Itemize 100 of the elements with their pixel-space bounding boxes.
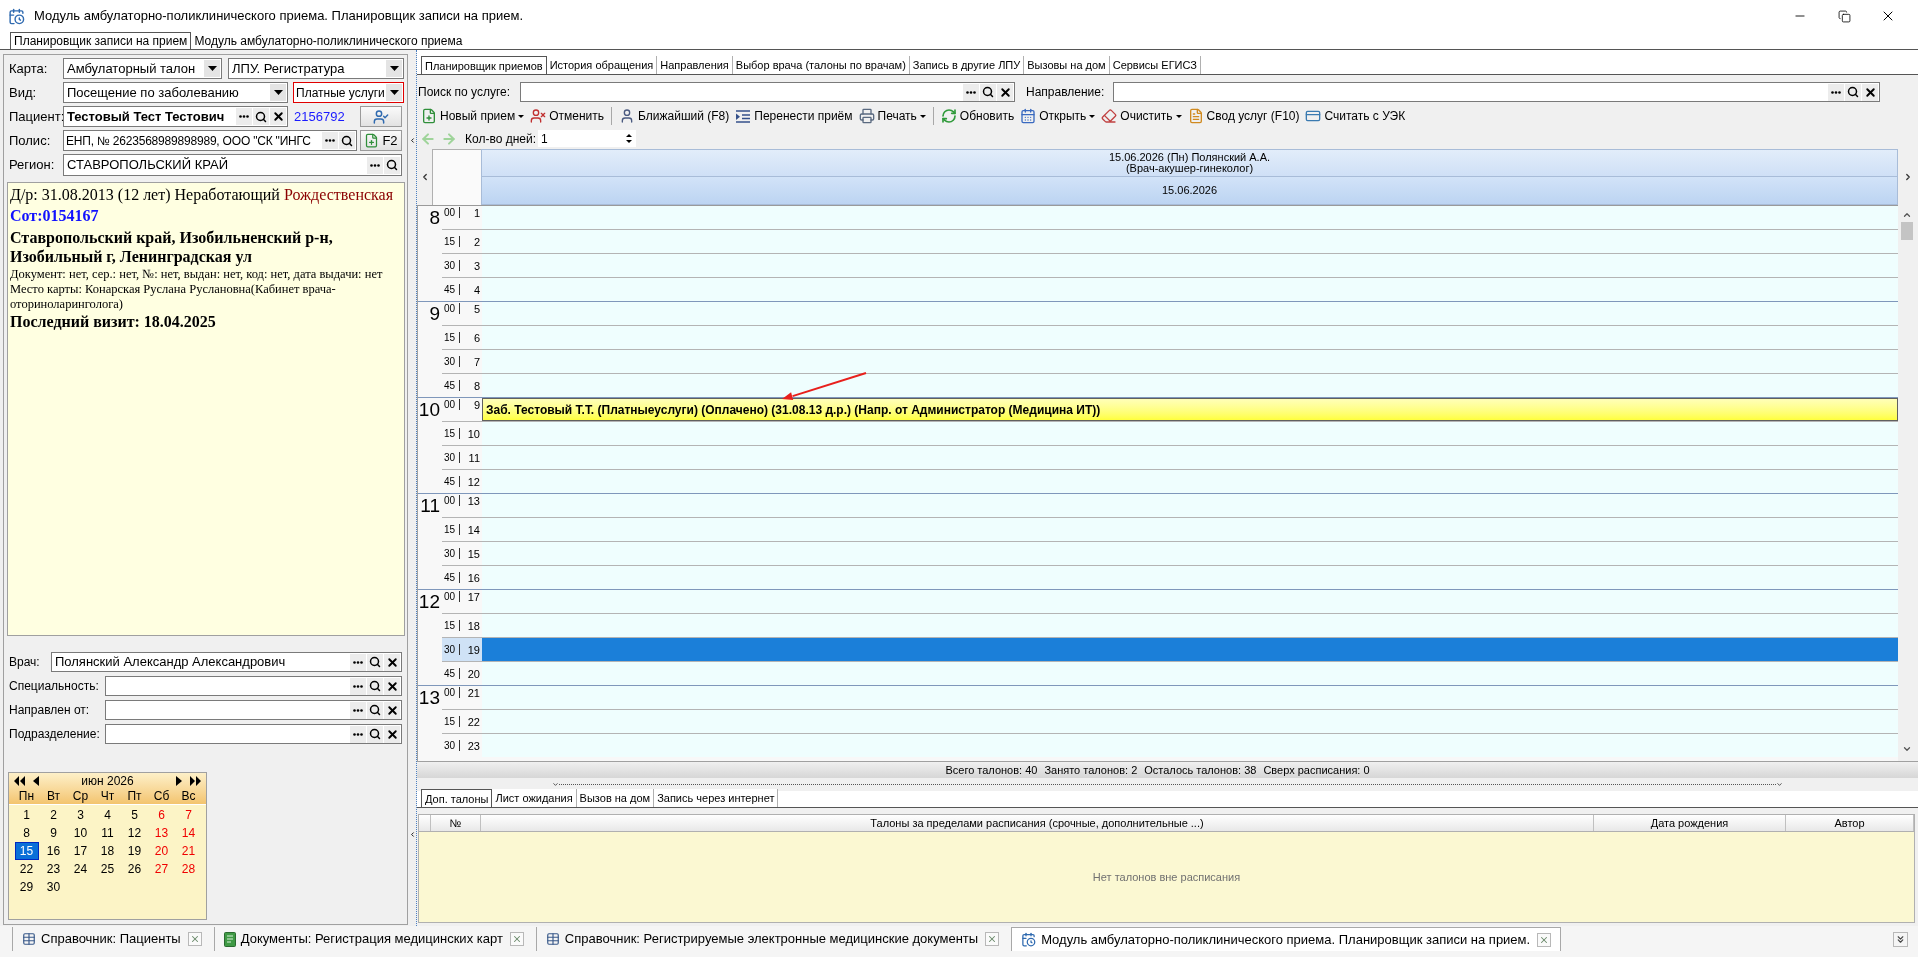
module-tab[interactable]: Модуль амбулаторно-поликлинического приема (191, 32, 466, 49)
calendar-day[interactable]: 26 (122, 860, 147, 878)
policy-field[interactable]: ЕНП, № 2623568989898989, ООО "СК "ИНГС (63, 130, 357, 151)
search-icon[interactable] (980, 83, 996, 101)
search-icon[interactable] (1845, 83, 1861, 101)
caret-up-icon[interactable] (626, 134, 632, 137)
caret-down-icon[interactable] (386, 60, 402, 77)
calendar-day[interactable]: 27 (149, 860, 174, 878)
service-search-field[interactable] (520, 82, 1015, 102)
days-count-field[interactable]: 1 (538, 130, 636, 147)
payment-dropdown[interactable]: Платные услуги (293, 82, 404, 103)
search-icon[interactable] (339, 132, 355, 149)
visit-type-dropdown[interactable]: Посещение по заболеванию (63, 82, 288, 103)
f2-button[interactable]: F2 (360, 130, 402, 151)
calendar-day[interactable]: 25 (95, 860, 120, 878)
calendar-day[interactable]: 23 (41, 860, 66, 878)
close-icon[interactable] (270, 108, 286, 125)
calendar-day[interactable]: 24 (68, 860, 93, 878)
taskbar-tab[interactable]: Модуль амбулаторно-поликлинического приема. Планировщик записи на прием. (1011, 927, 1562, 951)
chevron-down-icon[interactable] (552, 781, 559, 788)
refresh-button[interactable]: Обновить (937, 106, 1018, 126)
patient-number-link[interactable]: 2156792 (294, 106, 345, 127)
doctor-field[interactable]: Полянский Александр Александрович (51, 652, 402, 672)
taskbar-tab[interactable]: Справочник: Регистрируемые электронные медицинские документы (535, 927, 1009, 951)
chevron-right-icon[interactable] (1903, 172, 1913, 182)
region-field[interactable]: СТАВРОПОЛЬСКИЙ КРАЙ (63, 154, 402, 176)
calendar-day[interactable]: 3 (68, 806, 93, 824)
appointment-bar[interactable]: Заб. Тестовый Т.Т. (Платныеуслуги) (Оплачено) (31.08.13 д.р.) (Напр. от Администратор (Медицина ИТ)) (482, 398, 1898, 421)
calendar-day[interactable]: 28 (176, 860, 201, 878)
calendar-day[interactable]: 5 (122, 806, 147, 824)
department-field[interactable] (105, 724, 402, 744)
ellipsis-icon[interactable] (1828, 83, 1844, 101)
search-icon[interactable] (367, 725, 383, 743)
calendar-day[interactable]: 30 (41, 878, 66, 896)
chevron-up-icon[interactable] (1901, 210, 1912, 220)
tab[interactable]: Запись через интернет (654, 789, 779, 807)
patient-card-button[interactable] (360, 106, 402, 127)
search-icon[interactable] (367, 677, 383, 695)
calendar-day[interactable]: 29 (14, 878, 39, 896)
taskbar-tab[interactable]: Документы: Регистрация медицинских карт (213, 927, 533, 951)
tab[interactable]: Вызов на дом (576, 789, 655, 807)
print-button[interactable]: Печать (855, 106, 929, 126)
calendar-day[interactable]: 22 (14, 860, 39, 878)
clear-button[interactable]: Очистить (1098, 106, 1185, 126)
caret-down-icon[interactable] (204, 60, 220, 77)
calendar-day[interactable]: 1 (14, 806, 39, 824)
close-icon[interactable] (997, 83, 1013, 101)
ellipsis-icon[interactable] (350, 653, 366, 671)
services-summary-button[interactable]: Свод услуг (F10) (1184, 106, 1303, 126)
calendar-day[interactable]: 17 (68, 842, 93, 860)
calendar-day[interactable]: 15 (14, 842, 39, 860)
tab[interactable]: Доп. талоны (421, 789, 493, 807)
calendar-day[interactable]: 2 (41, 806, 66, 824)
patient-field[interactable]: Тестовый Тест Тестович (63, 106, 288, 127)
close-icon[interactable] (384, 677, 400, 695)
caret-down-icon[interactable] (386, 84, 402, 101)
calendar-day[interactable]: 9 (41, 824, 66, 842)
calendar-day[interactable]: 21 (176, 842, 201, 860)
double-caret-left-icon[interactable] (14, 776, 25, 786)
reschedule-button[interactable]: Перенести приём (732, 106, 856, 126)
ellipsis-icon[interactable] (236, 108, 252, 125)
double-caret-right-icon[interactable] (190, 776, 201, 786)
ellipsis-icon[interactable] (350, 725, 366, 743)
search-icon[interactable] (253, 108, 269, 125)
ellipsis-icon[interactable] (367, 156, 383, 174)
ellipsis-icon[interactable] (963, 83, 979, 101)
search-icon[interactable] (384, 156, 400, 174)
tab[interactable]: Лист ожидания (492, 789, 577, 807)
search-icon[interactable] (367, 701, 383, 719)
card-type-dropdown[interactable]: Амбулаторный талон (63, 58, 222, 79)
chevrons-down-icon[interactable] (1893, 932, 1908, 947)
module-tab[interactable]: Планировщик записи на прием (10, 32, 192, 49)
calendar-day[interactable]: 7 (176, 806, 201, 824)
scroll-thumb[interactable] (1900, 222, 1913, 240)
calendar-day[interactable]: 16 (41, 842, 66, 860)
tab[interactable]: Планировщик приемов (421, 56, 547, 74)
calendar-day[interactable]: 18 (95, 842, 120, 860)
close-icon[interactable] (1862, 83, 1878, 101)
cancel-button[interactable]: Отменить (527, 106, 608, 126)
taskbar-tab[interactable]: Справочник: Пациенты (12, 927, 211, 951)
chevron-down-icon[interactable] (1776, 781, 1783, 788)
calendar-day[interactable]: 10 (68, 824, 93, 842)
calendar-day[interactable]: 11 (95, 824, 120, 842)
chevron-left-icon[interactable] (409, 137, 416, 144)
search-icon[interactable] (367, 653, 383, 671)
referral-field[interactable] (1113, 82, 1880, 102)
calendar-day[interactable]: 19 (122, 842, 147, 860)
caret-down-icon[interactable] (626, 140, 632, 143)
calendar-day[interactable]: 4 (95, 806, 120, 824)
caret-down-icon[interactable] (270, 84, 286, 101)
open-button[interactable]: Открыть (1017, 106, 1099, 126)
ellipsis-icon[interactable] (322, 132, 338, 149)
close-icon[interactable] (384, 653, 400, 671)
specialty-field[interactable] (105, 676, 402, 696)
nearest-button[interactable]: Ближайший (F8) (616, 106, 733, 126)
calendar-day[interactable]: 8 (14, 824, 39, 842)
close-icon[interactable] (384, 701, 400, 719)
calendar-day[interactable]: 12 (122, 824, 147, 842)
calendar-day[interactable]: 13 (149, 824, 174, 842)
caret-right-icon[interactable] (176, 776, 182, 786)
